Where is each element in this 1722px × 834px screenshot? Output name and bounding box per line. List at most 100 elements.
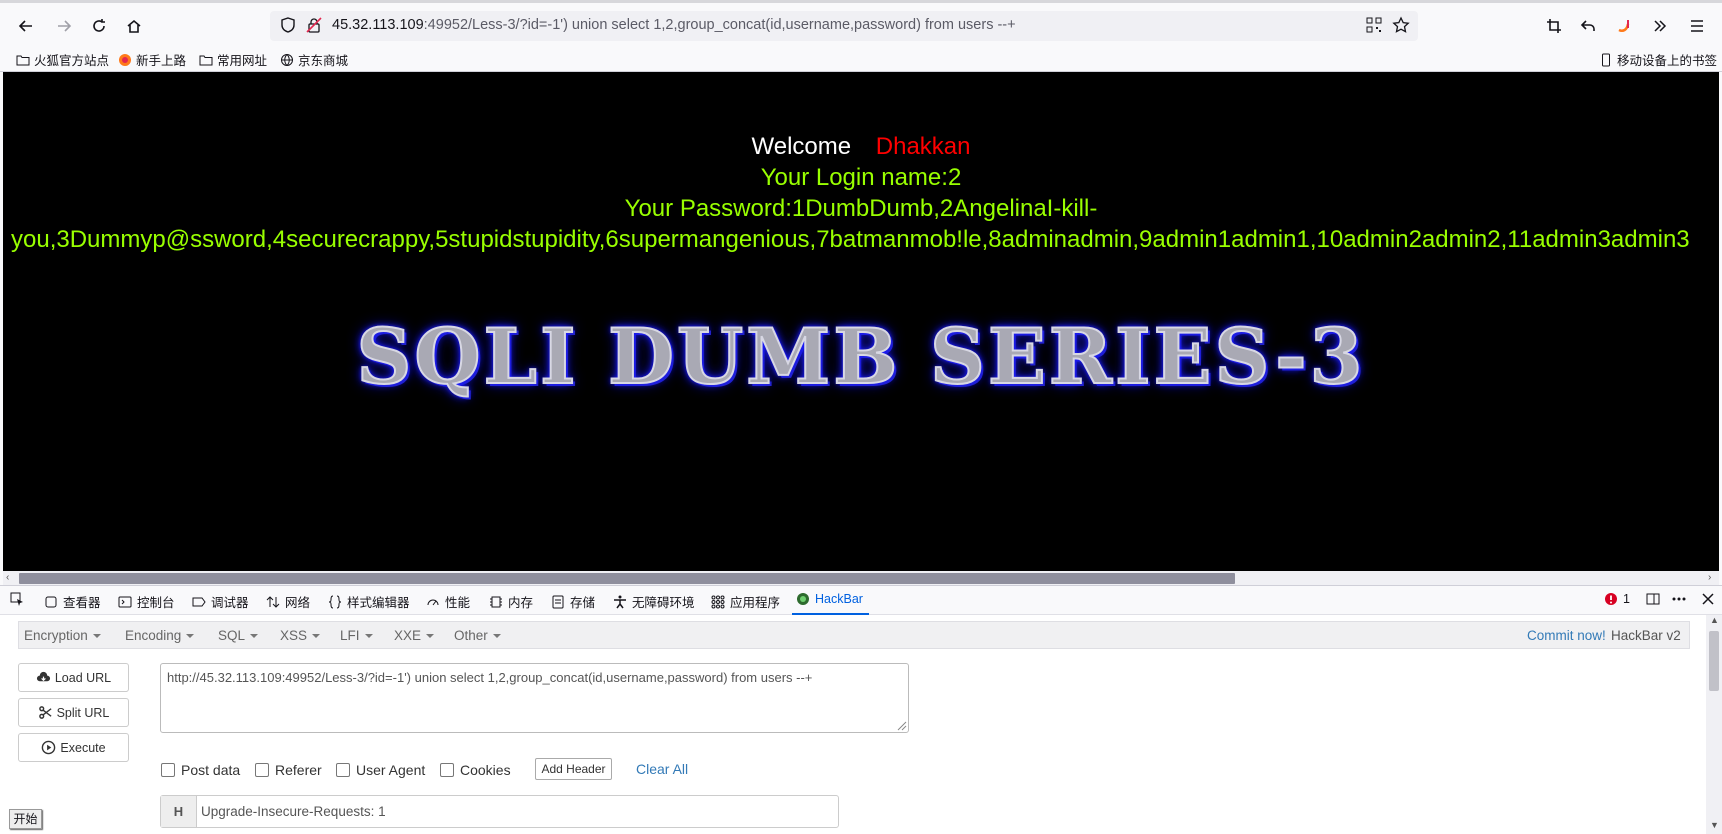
extension-icon[interactable]: [1610, 13, 1638, 39]
scroll-left-icon[interactable]: ‹: [6, 572, 9, 583]
welcome-line: Welcome Dhakkan: [3, 133, 1719, 161]
scroll-down-icon[interactable]: ▼: [1710, 820, 1719, 830]
tab-network[interactable]: 网络: [266, 592, 310, 611]
button-label: Execute: [60, 740, 106, 755]
checkbox-box[interactable]: [255, 763, 269, 777]
menu-encoding[interactable]: Encoding: [125, 628, 195, 643]
menu-other[interactable]: Other: [454, 628, 501, 643]
clear-all-link[interactable]: Clear All: [636, 761, 688, 777]
bookmarks-bar: 火狐官方站点 新手上路 常用网址 京东商城 移动设备上的书签: [0, 46, 1722, 72]
commit-link[interactable]: Commit now!: [1527, 628, 1606, 643]
bookmark-item[interactable]: 常用网址: [199, 50, 267, 69]
menu-label: LFI: [340, 628, 360, 643]
bookmark-item[interactable]: 火狐官方站点: [16, 50, 109, 69]
page-banner: SQLI DUMB SERIES-3: [355, 311, 1366, 402]
screenshot-icon[interactable]: [1540, 13, 1568, 39]
reload-icon[interactable]: [85, 13, 113, 39]
split-url-button[interactable]: Split URL: [18, 698, 129, 727]
user-agent-checkbox[interactable]: User Agent: [336, 762, 425, 778]
mobile-bookmarks[interactable]: 移动设备上的书签: [1599, 50, 1717, 69]
bookmark-item[interactable]: 京东商城: [280, 50, 348, 69]
bookmark-label: 火狐官方站点: [34, 54, 110, 68]
tab-label: 存储: [570, 596, 596, 610]
login-name-text: Your Login name:2: [760, 164, 962, 191]
url-text[interactable]: 45.32.113.109:49952/Less-3/?id=-1') unio…: [332, 17, 1016, 33]
tab-label: 控制台: [137, 596, 175, 610]
menu-sql[interactable]: SQL: [218, 628, 259, 643]
play-circle-icon: [42, 740, 56, 755]
forward-icon[interactable]: [50, 13, 78, 39]
element-picker-icon[interactable]: [10, 592, 24, 606]
tab-inspector[interactable]: 查看器: [44, 592, 101, 611]
tab-memory[interactable]: 内存: [489, 592, 533, 611]
memory-icon: [490, 596, 502, 607]
url-textarea[interactable]: http://45.32.113.109:49952/Less-3/?id=-1…: [160, 663, 909, 733]
menu-xss[interactable]: XSS: [280, 628, 321, 643]
caret-down-icon: [426, 634, 435, 639]
inspector-icon: [45, 596, 57, 607]
menu-label: SQL: [218, 628, 246, 643]
tab-debugger[interactable]: 调试器: [192, 592, 249, 611]
add-header-button[interactable]: Add Header: [535, 758, 612, 780]
header-value-input[interactable]: Upgrade-Insecure-Requests: 1: [201, 804, 386, 819]
tab-label: 性能: [445, 596, 471, 610]
home-icon[interactable]: [120, 13, 148, 39]
tab-application[interactable]: 应用程序: [711, 592, 780, 611]
checkbox-box[interactable]: [440, 763, 454, 777]
url-bar[interactable]: 45.32.113.109:49952/Less-3/?id=-1') unio…: [270, 11, 1418, 41]
tab-label: 网络: [285, 596, 311, 610]
checkbox-box[interactable]: [336, 763, 350, 777]
tab-label: HackBar: [815, 592, 863, 606]
overflow-chevron-icon[interactable]: [1646, 13, 1674, 39]
header-row: H Upgrade-Insecure-Requests: 1: [160, 795, 839, 828]
application-grid-icon: [711, 595, 725, 608]
menu-label: Other: [454, 628, 488, 643]
more-options-icon[interactable]: [1672, 592, 1686, 606]
menu-label: XSS: [280, 628, 308, 643]
tab-label: 内存: [508, 596, 534, 610]
checkbox-box[interactable]: [161, 763, 175, 777]
vertical-scrollbar-thumb[interactable]: [1709, 631, 1719, 691]
header-key-badge: H: [161, 796, 197, 827]
tab-accessibility[interactable]: 无障碍环境: [613, 592, 695, 611]
password-text-line1: Your Password:1DumbDumb,2AngelinaI-kill-: [624, 195, 1098, 222]
insecure-lock-icon[interactable]: [306, 17, 322, 36]
tab-label: 查看器: [63, 596, 101, 610]
error-counter[interactable]: 1: [1604, 592, 1630, 606]
menu-lfi[interactable]: LFI: [340, 628, 373, 643]
execute-button[interactable]: Execute: [18, 733, 129, 762]
tab-style-editor[interactable]: 样式编辑器: [328, 592, 410, 611]
gauge-icon: [427, 599, 439, 605]
dock-side-icon[interactable]: [1646, 592, 1660, 606]
tab-performance[interactable]: 性能: [426, 592, 470, 611]
resize-grip-icon[interactable]: [895, 719, 907, 734]
accessibility-icon: [614, 595, 626, 608]
tab-console[interactable]: 控制台: [118, 592, 175, 611]
horizontal-scrollbar-thumb[interactable]: [19, 573, 1235, 584]
firefox-icon: [119, 53, 131, 66]
post-data-checkbox[interactable]: Post data: [161, 762, 240, 778]
undo-icon[interactable]: [1574, 13, 1602, 39]
horizontal-scrollbar[interactable]: ‹ ›: [3, 571, 1719, 585]
scroll-up-icon[interactable]: ▲: [1710, 615, 1719, 625]
referer-checkbox[interactable]: Referer: [255, 762, 322, 778]
checkbox-label: User Agent: [356, 762, 426, 778]
shield-icon[interactable]: [280, 17, 296, 36]
load-url-button[interactable]: Load URL: [18, 663, 129, 692]
qr-code-icon[interactable]: [1366, 17, 1382, 36]
close-devtools-icon[interactable]: [1701, 592, 1715, 606]
menu-icon[interactable]: [1683, 13, 1711, 39]
scroll-right-icon[interactable]: ›: [1708, 572, 1711, 583]
start-button[interactable]: 开始: [9, 809, 42, 829]
tab-storage[interactable]: 存储: [551, 592, 595, 611]
menu-encryption[interactable]: Encryption: [24, 628, 101, 643]
browser-toolbar: 45.32.113.109:49952/Less-3/?id=-1') unio…: [0, 0, 1722, 46]
bookmark-item[interactable]: 新手上路: [118, 50, 186, 69]
tab-label: 调试器: [211, 596, 249, 610]
vertical-scrollbar[interactable]: ▲ ▼: [1706, 615, 1722, 834]
tab-hackbar[interactable]: HackBar: [796, 592, 863, 606]
menu-xxe[interactable]: XXE: [394, 628, 435, 643]
back-icon[interactable]: [12, 13, 40, 39]
cookies-checkbox[interactable]: Cookies: [440, 762, 511, 778]
bookmark-star-icon[interactable]: [1392, 16, 1410, 37]
